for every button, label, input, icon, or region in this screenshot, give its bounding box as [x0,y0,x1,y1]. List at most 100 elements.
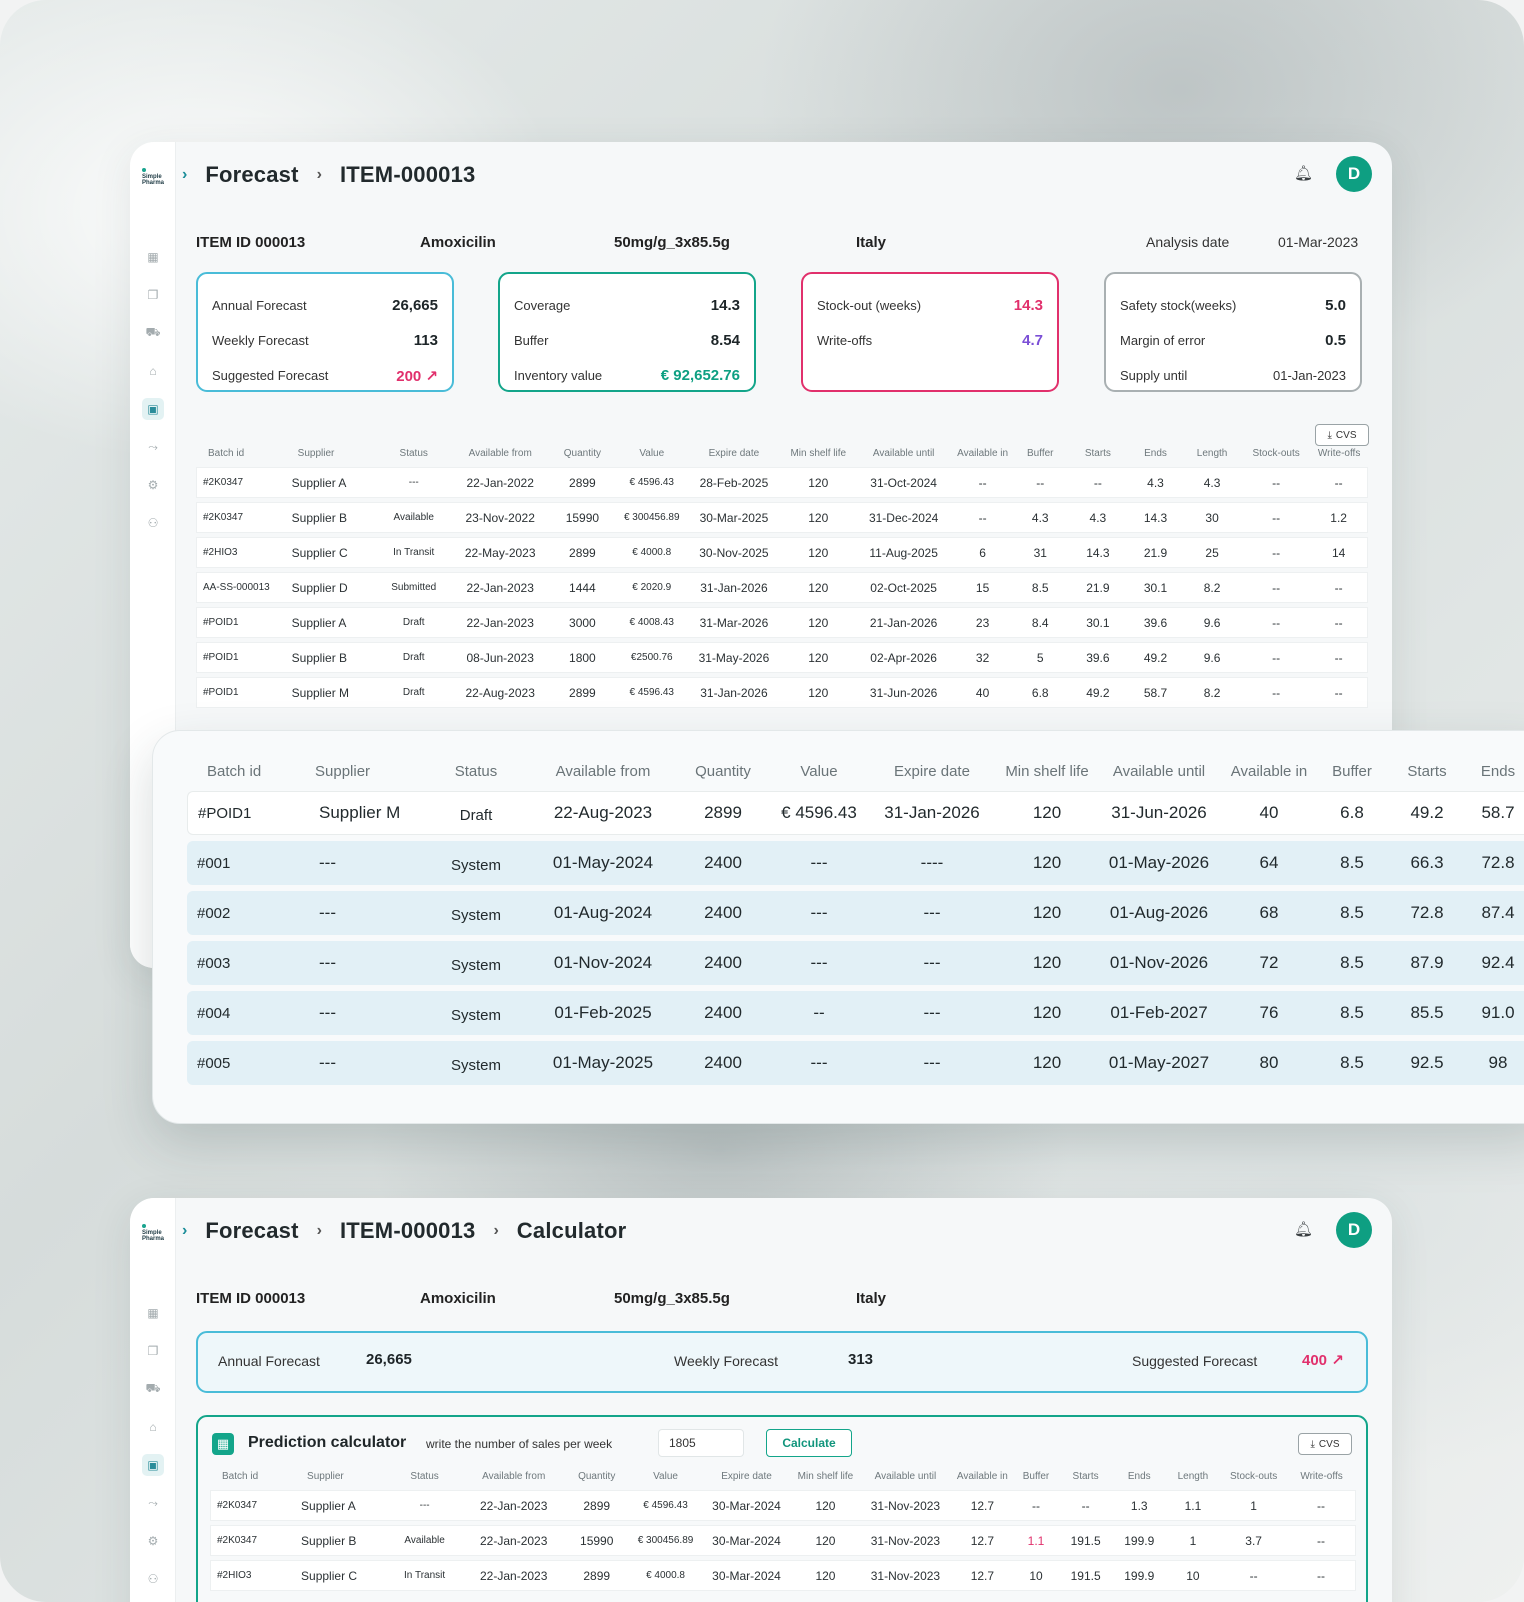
table-row[interactable]: #POID1 Supplier M Draft 22-Aug-2023 2899 € 45… [196,677,1368,708]
chevron-right-icon[interactable]: › [182,166,187,184]
table-cell: 15990 [564,1525,630,1556]
table-cell: € 300456.89 [616,502,687,533]
calculate-button[interactable]: Calculate [766,1429,852,1457]
table-cell: Draft [375,642,453,673]
table-cell: --- [769,1041,869,1085]
table-cell: 15 [951,572,1014,603]
column-header: Status [399,448,428,459]
dashboard-icon[interactable]: ▦ [142,1302,164,1324]
table-row[interactable]: #004 --- System 01-Feb-2025 2400 -- --- 120 01-F… [187,991,1524,1035]
sales-per-week-input[interactable] [658,1429,744,1457]
users-icon[interactable]: ⚇ [142,512,164,534]
table-cell: #004 [187,991,295,1035]
column-header: Batch id [208,448,245,459]
table-row[interactable]: AA-SS-000013 Supplier D Submitted 22-Jan-20… [196,572,1368,603]
breadcrumb-forecast[interactable]: Forecast [205,162,298,188]
column-header: Stock-outs [1252,448,1300,459]
table-cell: 8.4 [1013,607,1067,638]
breadcrumb-item[interactable]: ITEM-000013 [340,1218,476,1244]
supply-until-label: Supply until [1120,368,1188,383]
forecast-icon[interactable]: ▣ [142,1454,164,1476]
table-cell: -- [1310,572,1368,603]
table-cell: 31-Jan-2026 [686,677,781,708]
batch-table: Batch id Supplier Status Available from Quan… [196,442,1368,712]
table-cell: 1.3 [1112,1490,1166,1521]
column-header: Stock-outs [1230,1471,1278,1482]
column-header: Buffer [1332,762,1372,780]
documents-icon[interactable]: ❐ [142,1340,164,1362]
table-cell: 01-May-2027 [1099,1041,1219,1085]
table-cell: 12.7 [950,1560,1014,1591]
table-cell: Supplier D [285,572,376,603]
table-cell: 72.8 [1385,891,1469,935]
table-cell: 120 [780,572,856,603]
trend-icon[interactable]: ⤳ [142,436,164,458]
table-row[interactable]: #001 --- System 01-May-2024 2400 --- ---- 120 01… [187,841,1524,885]
breadcrumb-forecast[interactable]: Forecast [205,1218,298,1244]
table-cell: 8.2 [1182,572,1242,603]
table-cell: 199.9 [1112,1560,1166,1591]
table-cell: --- [295,841,423,885]
truck-icon[interactable]: ⛟ [142,1378,164,1400]
chevron-right-icon[interactable]: › [182,1222,187,1240]
warehouse-icon[interactable]: ⌂ [142,360,164,382]
gear-icon[interactable]: ⚙ [142,1530,164,1552]
table-cell: 49.2 [1385,791,1469,835]
documents-icon[interactable]: ❐ [142,284,164,306]
table-cell: € 4000.8 [629,1560,702,1591]
table-cell: --- [869,941,995,985]
table-cell: 49.2 [1066,677,1129,708]
table-cell: 4.3 [1066,502,1129,533]
table-cell: -- [1241,467,1311,498]
table-cell: 120 [780,467,856,498]
table-row[interactable]: #2K0347 Supplier A --- 22-Jan-2022 2899 € 459… [196,467,1368,498]
table-cell: -- [1310,642,1368,673]
logo: Simple Pharma [142,1224,164,1242]
table-cell: 30.1 [1066,607,1129,638]
table-row[interactable]: #2K0347 Supplier B Available 23-Nov-2022 159… [196,502,1368,533]
table-cell: -- [1310,607,1368,638]
gear-icon[interactable]: ⚙ [142,474,164,496]
table-row[interactable]: #2HIO3 Supplier C In Transit 22-Jan-2023 289… [210,1560,1356,1591]
trend-icon[interactable]: ⤳ [142,1492,164,1514]
avatar[interactable]: D [1336,1212,1372,1248]
bell-icon[interactable]: 🔔︎ [1294,1220,1313,1238]
table-row[interactable]: #002 --- System 01-Aug-2024 2400 --- --- 120 01-… [187,891,1524,935]
table-cell: #2HIO3 [196,537,286,568]
table-cell: 21.9 [1066,572,1129,603]
table-cell: 2899 [548,537,617,568]
dashboard-icon[interactable]: ▦ [142,246,164,268]
canvas: Simple Pharma ▦ ❐ ⛟ ⌂ ▣ ⤳ ⚙ ⚇ › Forecast … [0,0,1524,1602]
table-cell: 22-Jan-2023 [452,607,549,638]
warehouse-icon[interactable]: ⌂ [142,1416,164,1438]
table-row[interactable]: #2K0347 Supplier A --- 22-Jan-2023 2899 € 459… [210,1490,1356,1521]
table-cell: 31-Jun-2026 [855,677,952,708]
table-cell: 120 [995,941,1099,985]
table-cell: -- [1058,1490,1113,1521]
avatar[interactable]: D [1336,156,1372,192]
cvs-button[interactable]: ⤓ CVS [1298,1433,1352,1455]
table-row[interactable]: #003 --- System 01-Nov-2024 2400 --- --- 120 01-… [187,941,1524,985]
item-dosage: 50mg/g_3x85.5g [614,1290,730,1307]
users-icon[interactable]: ⚇ [142,1568,164,1590]
table-cell: 22-Jan-2023 [463,1525,565,1556]
column-header: Starts [1407,762,1447,780]
table-cell: € 4596.43 [616,677,687,708]
safety-card: Safety stock(weeks) 5.0 Margin of error 0.… [1104,272,1362,392]
table-cell: 72.8 [1469,841,1524,885]
forecast-icon[interactable]: ▣ [142,398,164,420]
bell-icon[interactable]: 🔔︎ [1294,164,1313,182]
table-cell: 5 [1013,642,1067,673]
table-row[interactable]: #2HIO3 Supplier C In Transit 22-May-2023 289… [196,537,1368,568]
stockout-value: 14.3 [1013,297,1043,314]
table-cell: 21-Jan-2026 [855,607,952,638]
table-row[interactable]: #POID1 Supplier B Draft 08-Jun-2023 1800 €250… [196,642,1368,673]
truck-icon[interactable]: ⛟ [142,322,164,344]
weekly-forecast-value: 113 [413,332,438,349]
table-row[interactable]: #POID1 Supplier M Draft 22-Aug-2023 2899 € 45… [187,791,1524,835]
table-row[interactable]: #POID1 Supplier A Draft 22-Jan-2023 3000 € 40… [196,607,1368,638]
table-row[interactable]: #2K0347 Supplier B Available 22-Jan-2023 159… [210,1525,1356,1556]
table-cell: € 4596.43 [629,1490,702,1521]
table-row[interactable]: #005 --- System 01-May-2025 2400 --- --- 120 01-… [187,1041,1524,1085]
table-cell: #005 [187,1041,295,1085]
